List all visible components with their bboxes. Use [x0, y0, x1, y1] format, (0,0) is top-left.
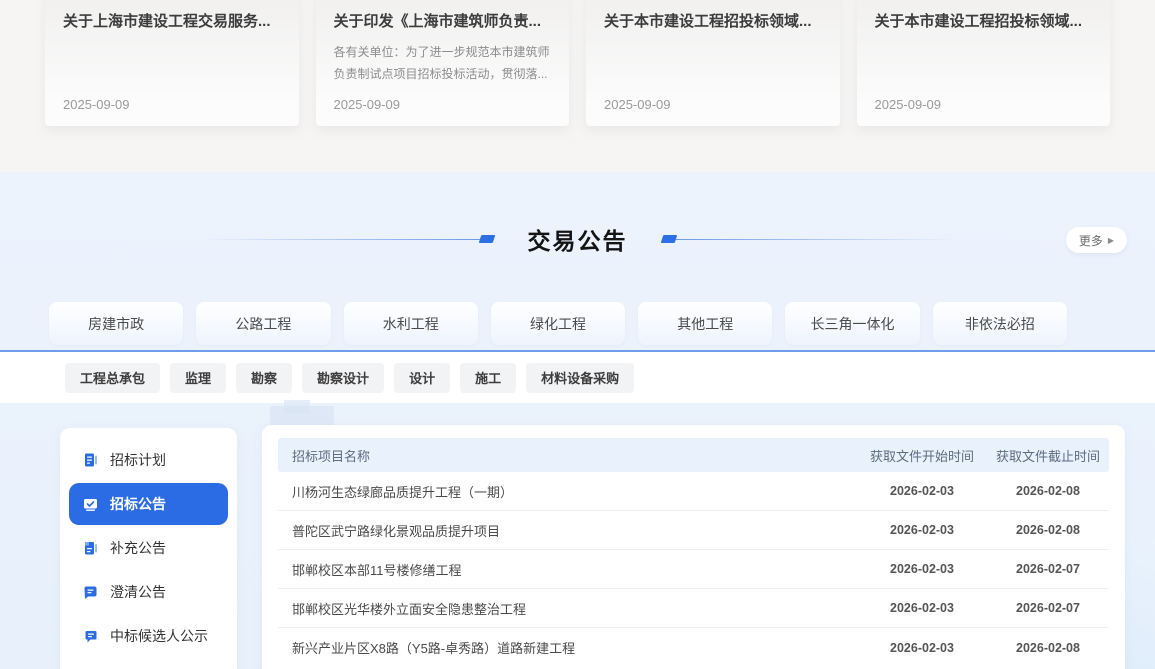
tab-gonglu-gongcheng[interactable]: 公路工程 — [196, 302, 330, 345]
announcement-sidebar: 招标计划 招标公告 补充公告 澄清公告 中标候选人公示 — [60, 428, 237, 669]
news-card-date: 2025-09-09 — [334, 97, 552, 112]
news-card-title: 关于上海市建设工程交易服务... — [63, 12, 281, 32]
file-start-date: 2026-02-03 — [857, 641, 987, 655]
category-tabs: 房建市政 公路工程 水利工程 绿化工程 其他工程 长三角一体化 非依法必招 — [49, 302, 1067, 345]
news-card[interactable]: 关于本市建设工程招投标领域... 2025-09-09 — [857, 0, 1111, 126]
sidebar-item-label: 澄清公告 — [110, 582, 166, 602]
file-end-date: 2026-02-08 — [987, 523, 1109, 537]
sidebar-item-label: 招标公告 — [110, 494, 166, 514]
news-card-title: 关于本市建设工程招投标领域... — [604, 12, 822, 32]
more-button-label: 更多 — [1079, 232, 1103, 249]
news-cards-row: 关于上海市建设工程交易服务... 2025-09-09 关于印发《上海市建筑师负… — [45, 0, 1110, 126]
filter-chips-row: 工程总承包 监理 勘察 勘察设计 设计 施工 材料设备采购 — [0, 352, 1155, 403]
tab-lvhua-gongcheng[interactable]: 绿化工程 — [491, 302, 625, 345]
tab-fangjian-shizheng[interactable]: 房建市政 — [49, 302, 183, 345]
news-card-excerpt: 各有关单位：为了进一步规范本市建筑师负责制试点项目招标投标活动，贯彻落... — [334, 41, 552, 85]
table-header: 招标项目名称 获取文件开始时间 获取文件截止时间 — [278, 438, 1109, 472]
publicity-chat-icon — [82, 628, 99, 645]
decorative-line-right — [676, 239, 956, 240]
file-end-date: 2026-02-08 — [987, 641, 1109, 655]
decorative-line-left — [200, 239, 480, 240]
chip-cailiao-shebei-caigou[interactable]: 材料设备采购 — [526, 363, 634, 393]
project-name[interactable]: 新兴产业片区X8路（Y5路-卓秀路）道路新建工程 — [278, 638, 857, 657]
chip-shigong[interactable]: 施工 — [460, 363, 516, 393]
tab-feiyifa-bizhao[interactable]: 非依法必招 — [933, 302, 1067, 345]
section-header: 交易公告 — [0, 222, 1155, 256]
column-header-file-end-time: 获取文件截止时间 — [987, 446, 1109, 465]
file-end-date: 2026-02-07 — [987, 601, 1109, 615]
table-row[interactable]: 普陀区武宁路绿化景观品质提升项目 2026-02-03 2026-02-08 — [278, 511, 1109, 550]
table-row[interactable]: 川杨河生态绿廊品质提升工程（一期） 2026-02-03 2026-02-08 — [278, 472, 1109, 511]
sidebar-item-supplement-announcement[interactable]: 补充公告 — [69, 527, 228, 569]
news-card-date: 2025-09-09 — [604, 97, 822, 112]
news-card-title: 关于印发《上海市建筑师负责... — [334, 12, 552, 32]
chip-gongcheng-zongchengbao[interactable]: 工程总承包 — [65, 363, 160, 393]
trade-announcement-section: 交易公告 更多 ▶ 房建市政 公路工程 水利工程 绿化工程 其他工程 长三角一体… — [0, 172, 1155, 669]
section-title: 交易公告 — [528, 222, 628, 256]
news-card[interactable]: 关于本市建设工程招投标领域... 2025-09-09 — [586, 0, 840, 126]
news-section: 关于上海市建设工程交易服务... 2025-09-09 关于印发《上海市建筑师负… — [0, 0, 1155, 172]
news-card-date: 2025-09-09 — [63, 97, 281, 112]
plan-document-icon — [82, 452, 99, 469]
project-name[interactable]: 邯郸校区本部11号楼修缮工程 — [278, 560, 857, 579]
sidebar-item-label: 招标计划 — [110, 450, 166, 470]
sidebar-item-bidding-announcement[interactable]: 招标公告 — [69, 483, 228, 525]
column-header-project-name: 招标项目名称 — [278, 446, 857, 465]
news-card-date: 2025-09-09 — [875, 97, 1093, 112]
tab-qita-gongcheng[interactable]: 其他工程 — [638, 302, 772, 345]
sidebar-item-label: 中标候选人公示 — [110, 626, 208, 646]
project-name[interactable]: 普陀区武宁路绿化景观品质提升项目 — [278, 521, 857, 540]
file-start-date: 2026-02-03 — [857, 523, 987, 537]
news-card-title: 关于本市建设工程招投标领域... — [875, 12, 1093, 32]
tab-shuili-gongcheng[interactable]: 水利工程 — [344, 302, 478, 345]
project-name[interactable]: 邯郸校区光华楼外立面安全隐患整治工程 — [278, 599, 857, 618]
chip-kancha-sheji[interactable]: 勘察设计 — [302, 363, 384, 393]
sidebar-item-label: 补充公告 — [110, 538, 166, 558]
chip-kancha[interactable]: 勘察 — [236, 363, 292, 393]
more-button[interactable]: 更多 ▶ — [1066, 227, 1127, 253]
clarification-bubble-icon — [82, 584, 99, 601]
news-card[interactable]: 关于印发《上海市建筑师负责... 各有关单位：为了进一步规范本市建筑师负责制试点… — [316, 0, 570, 126]
sidebar-item-clarification-announcement[interactable]: 澄清公告 — [69, 571, 228, 613]
table-row[interactable]: 新兴产业片区X8路（Y5路-卓秀路）道路新建工程 2026-02-03 2026… — [278, 628, 1109, 667]
decorative-square-right — [660, 235, 677, 243]
chevron-right-icon: ▶ — [1108, 236, 1114, 245]
table-row[interactable]: 邯郸校区光华楼外立面安全隐患整治工程 2026-02-03 2026-02-07 — [278, 589, 1109, 628]
bidding-announcement-table: 招标项目名称 获取文件开始时间 获取文件截止时间 川杨河生态绿廊品质提升工程（一… — [262, 425, 1125, 669]
chip-sheji[interactable]: 设计 — [394, 363, 450, 393]
supplement-document-icon — [82, 540, 99, 557]
sidebar-item-winner-candidate-publicity[interactable]: 中标候选人公示 — [69, 615, 228, 657]
column-header-file-start-time: 获取文件开始时间 — [857, 446, 987, 465]
project-name[interactable]: 川杨河生态绿廊品质提升工程（一期） — [278, 482, 857, 501]
chip-jianli[interactable]: 监理 — [170, 363, 226, 393]
decorative-square-left — [478, 235, 495, 243]
file-start-date: 2026-02-03 — [857, 484, 987, 498]
tab-changsanjiao[interactable]: 长三角一体化 — [785, 302, 919, 345]
file-end-date: 2026-02-08 — [987, 484, 1109, 498]
file-end-date: 2026-02-07 — [987, 562, 1109, 576]
file-start-date: 2026-02-03 — [857, 562, 987, 576]
table-row[interactable]: 邯郸校区本部11号楼修缮工程 2026-02-03 2026-02-07 — [278, 550, 1109, 589]
file-start-date: 2026-02-03 — [857, 601, 987, 615]
news-card[interactable]: 关于上海市建设工程交易服务... 2025-09-09 — [45, 0, 299, 126]
sidebar-item-bidding-plan[interactable]: 招标计划 — [69, 439, 228, 481]
announcement-board-icon — [82, 496, 99, 513]
